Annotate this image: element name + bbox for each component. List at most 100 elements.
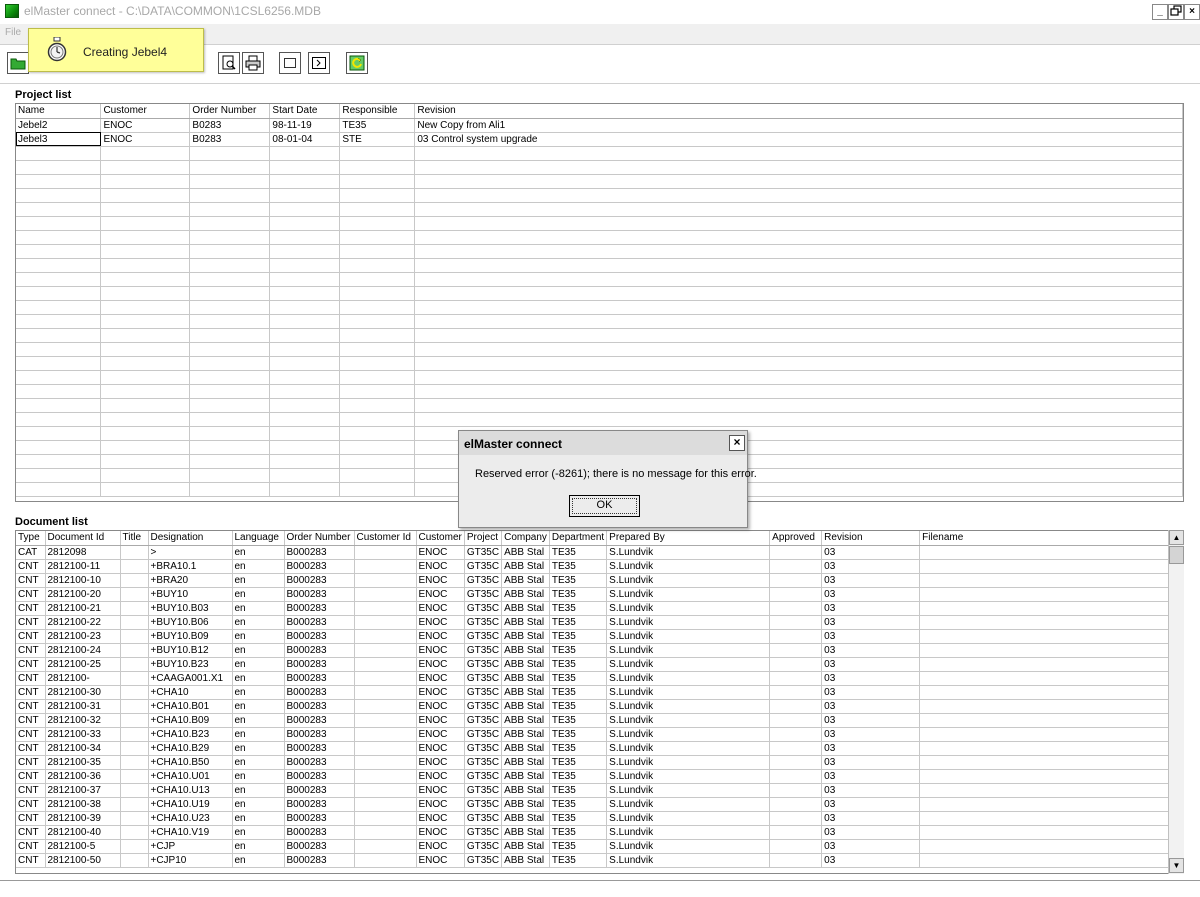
table-row[interactable] xyxy=(16,258,1183,273)
table-cell[interactable] xyxy=(120,783,149,798)
table-cell[interactable]: +CAAGA001.X1 xyxy=(148,671,233,686)
table-row[interactable] xyxy=(16,412,1183,427)
column-header-filename[interactable]: Filename xyxy=(919,531,1173,546)
table-cell[interactable] xyxy=(100,426,191,441)
table-cell[interactable]: +CHA10.B09 xyxy=(148,713,233,728)
table-cell[interactable]: CNT xyxy=(16,559,46,574)
table-cell[interactable]: TE35 xyxy=(549,573,608,588)
table-cell[interactable]: 03 xyxy=(821,629,921,644)
table-cell[interactable]: B0283 xyxy=(189,118,271,133)
table-cell[interactable] xyxy=(414,258,1183,273)
table-row[interactable] xyxy=(16,286,1183,301)
table-cell[interactable] xyxy=(414,146,1183,161)
table-cell[interactable]: +BRA20 xyxy=(148,573,233,588)
table-row[interactable]: CNT 2812100-38 +CHA10.U19 en B000283 ENOC GT35… xyxy=(16,797,1173,812)
table-cell[interactable] xyxy=(339,258,416,273)
table-cell[interactable] xyxy=(16,146,102,161)
table-cell[interactable] xyxy=(339,146,416,161)
table-cell[interactable]: CNT xyxy=(16,755,46,770)
column-header-order-number[interactable]: Order Number xyxy=(189,104,271,119)
table-cell[interactable]: B000283 xyxy=(284,741,355,756)
table-cell[interactable]: en xyxy=(232,685,285,700)
table-row[interactable]: CNT 2812100-33 +CHA10.B23 en B000283 ENOC GT35… xyxy=(16,727,1173,742)
scroll-down-button[interactable]: ▼ xyxy=(1169,858,1184,873)
table-cell[interactable]: GT35C xyxy=(464,545,503,560)
table-cell[interactable]: +CHA10.U19 xyxy=(148,797,233,812)
table-cell[interactable]: en xyxy=(232,615,285,630)
table-cell[interactable]: S.Lundvik xyxy=(606,601,771,616)
table-cell[interactable] xyxy=(269,426,341,441)
table-cell[interactable] xyxy=(189,342,271,357)
table-cell[interactable]: B000283 xyxy=(284,545,355,560)
print-preview-button[interactable] xyxy=(218,52,240,74)
table-cell[interactable] xyxy=(16,160,102,175)
table-cell[interactable]: S.Lundvik xyxy=(606,811,771,826)
table-cell[interactable] xyxy=(120,573,149,588)
table-cell[interactable]: B000283 xyxy=(284,685,355,700)
column-header-customer[interactable]: Customer xyxy=(416,531,465,546)
table-cell[interactable]: TE35 xyxy=(549,657,608,672)
table-cell[interactable]: ENOC xyxy=(416,629,465,644)
table-cell[interactable] xyxy=(769,811,823,826)
table-cell[interactable] xyxy=(16,342,102,357)
table-cell[interactable]: S.Lundvik xyxy=(606,853,771,868)
table-cell[interactable] xyxy=(100,482,191,497)
table-row[interactable] xyxy=(16,174,1183,189)
table-cell[interactable] xyxy=(769,727,823,742)
table-cell[interactable]: ENOC xyxy=(416,643,465,658)
table-cell[interactable] xyxy=(769,629,823,644)
table-row[interactable] xyxy=(16,146,1183,161)
table-cell[interactable] xyxy=(16,300,102,315)
table-row[interactable]: Jebel3 ENOC B0283 08-01-04 STE 03 Control sys… xyxy=(16,132,1183,147)
table-cell[interactable]: TE35 xyxy=(549,825,608,840)
refresh-button[interactable] xyxy=(346,52,368,74)
table-row[interactable]: CNT 2812100-37 +CHA10.U13 en B000283 ENOC GT35… xyxy=(16,783,1173,798)
table-cell[interactable] xyxy=(120,699,149,714)
table-cell[interactable]: +CHA10.V19 xyxy=(148,825,233,840)
table-cell[interactable] xyxy=(100,398,191,413)
table-cell[interactable] xyxy=(339,174,416,189)
table-cell[interactable]: 2812100-34 xyxy=(45,741,121,756)
table-row[interactable]: CNT 2812100-34 +CHA10.B29 en B000283 ENOC GT35… xyxy=(16,741,1173,756)
table-cell[interactable]: S.Lundvik xyxy=(606,755,771,770)
table-cell[interactable]: 2812100-22 xyxy=(45,615,121,630)
print-button[interactable] xyxy=(242,52,264,74)
table-cell[interactable]: +CHA10.U23 xyxy=(148,811,233,826)
table-row[interactable] xyxy=(16,160,1183,175)
table-cell[interactable]: 03 xyxy=(821,825,921,840)
table-cell[interactable]: S.Lundvik xyxy=(606,825,771,840)
table-cell[interactable]: +BUY10.B23 xyxy=(148,657,233,672)
table-cell[interactable]: +CHA10.B29 xyxy=(148,741,233,756)
table-cell[interactable] xyxy=(269,174,341,189)
table-cell[interactable]: 2812100-10 xyxy=(45,573,121,588)
table-cell[interactable]: ENOC xyxy=(100,132,191,147)
table-cell[interactable]: B000283 xyxy=(284,797,355,812)
table-cell[interactable] xyxy=(16,314,102,329)
table-cell[interactable]: 03 xyxy=(821,643,921,658)
table-cell[interactable]: GT35C xyxy=(464,601,503,616)
table-cell[interactable]: B000283 xyxy=(284,839,355,854)
table-cell[interactable]: 2812100-11 xyxy=(45,559,121,574)
table-cell[interactable]: 03 xyxy=(821,615,921,630)
table-cell[interactable]: CAT xyxy=(16,545,46,560)
table-cell[interactable] xyxy=(354,573,417,588)
table-cell[interactable] xyxy=(269,370,341,385)
table-cell[interactable]: S.Lundvik xyxy=(606,545,771,560)
table-cell[interactable] xyxy=(189,384,271,399)
table-cell[interactable] xyxy=(269,202,341,217)
table-cell[interactable] xyxy=(189,398,271,413)
table-cell[interactable] xyxy=(354,671,417,686)
table-cell[interactable]: 03 xyxy=(821,755,921,770)
column-header-name[interactable]: Name xyxy=(16,104,102,119)
table-cell[interactable] xyxy=(189,482,271,497)
table-cell[interactable] xyxy=(189,160,271,175)
table-cell[interactable] xyxy=(189,202,271,217)
table-row[interactable]: CNT 2812100-36 +CHA10.U01 en B000283 ENOC GT35… xyxy=(16,769,1173,784)
table-cell[interactable]: ENOC xyxy=(416,811,465,826)
table-cell[interactable] xyxy=(919,811,1173,826)
table-cell[interactable]: en xyxy=(232,797,285,812)
table-row[interactable] xyxy=(16,342,1183,357)
table-cell[interactable]: ENOC xyxy=(416,587,465,602)
table-cell[interactable]: 2812100-39 xyxy=(45,811,121,826)
table-row[interactable]: CNT 2812100-31 +CHA10.B01 en B000283 ENOC GT35… xyxy=(16,699,1173,714)
